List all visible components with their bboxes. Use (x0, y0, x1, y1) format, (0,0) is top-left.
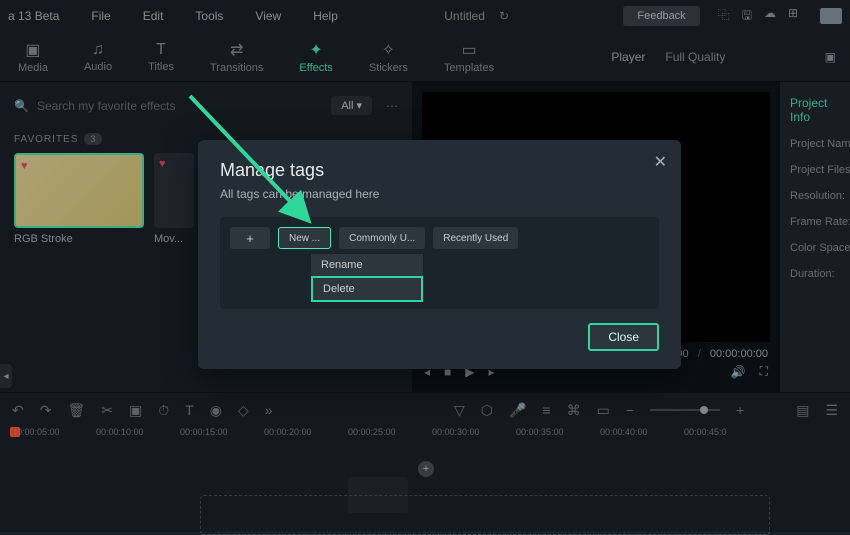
modal-footer: Close (220, 323, 659, 351)
close-icon[interactable]: ✕ (654, 152, 667, 172)
tag-item[interactable]: New ... (278, 227, 331, 249)
tag-item[interactable]: Commonly U... (339, 227, 425, 249)
add-tag-button[interactable]: + (230, 227, 270, 249)
context-menu: Rename Delete (310, 253, 424, 303)
manage-tags-modal: ✕ Manage tags All tags can be managed he… (198, 140, 681, 369)
modal-title: Manage tags (220, 160, 659, 181)
ctx-rename[interactable]: Rename (311, 254, 423, 276)
modal-overlay: ✕ Manage tags All tags can be managed he… (0, 0, 850, 532)
tag-container: + New ... Commonly U... Recently Used (220, 217, 659, 309)
ctx-delete[interactable]: Delete (311, 276, 423, 302)
tag-item[interactable]: Recently Used (433, 227, 518, 249)
modal-subtitle: All tags can be managed here (220, 187, 659, 201)
close-button[interactable]: Close (588, 323, 659, 351)
